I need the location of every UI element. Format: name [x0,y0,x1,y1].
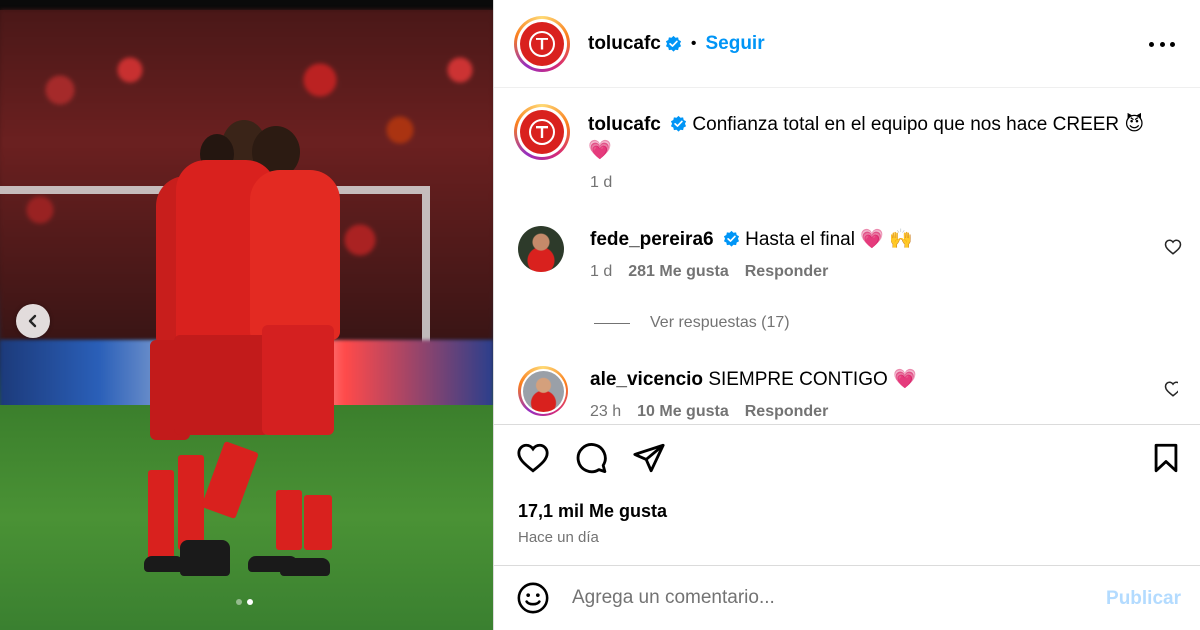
comment-text: SIEMPRE CONTIGO [708,369,888,390]
like-count[interactable]: 17,1 mil Me gusta [518,501,667,522]
players-hugging [140,110,360,580]
author-avatar[interactable] [514,15,570,72]
post-age: Hace un día [518,529,599,546]
emoji-smile-icon[interactable] [516,581,550,615]
bookmark-icon[interactable] [1149,441,1183,475]
comment-item: fede_pereira6 Hasta el final 💗 🙌 1 d 281… [518,226,1182,281]
post-actions: 17,1 mil Me gusta Hace un día [494,424,1200,566]
post-detail-panel: tolucafc • Seguir tolucafc Confianza tot… [493,0,1200,630]
caption-username[interactable]: tolucafc [588,114,661,135]
more-options-button[interactable] [1149,33,1175,55]
comment-like-count[interactable]: 281 Me gusta [628,263,728,281]
like-heart-icon[interactable] [516,441,550,475]
replies-divider [594,322,630,324]
comment-like-count[interactable]: 10 Me gusta [637,403,729,421]
devil-emoji: 😈 [1124,114,1145,135]
publish-button[interactable]: Publicar [1106,588,1181,610]
club-logo [520,110,564,154]
paper-plane-icon[interactable] [632,441,666,475]
chevron-left-icon [28,314,37,328]
comment-text: Hasta el final [745,229,855,250]
verified-badge-icon [671,115,687,132]
comment-timestamp[interactable]: 1 d [590,263,612,281]
caption-timestamp[interactable]: 1 d [590,174,612,192]
header-separator: • [690,34,697,52]
carousel-indicator [236,599,253,605]
commenter-username[interactable]: fede_pereira6 [590,229,714,250]
comment-input[interactable] [572,587,1072,609]
follow-button[interactable]: Seguir [705,33,764,55]
add-comment-bar: Publicar [494,566,1200,630]
club-logo [520,21,564,66]
pink-heart-emoji: 💗 [588,140,612,161]
post-media[interactable] [0,0,493,630]
verified-badge-icon [665,35,681,52]
view-replies-label: Ver respuestas (17) [650,314,790,331]
commenter-username[interactable]: ale_vicencio [590,369,703,390]
carousel-dot-active [247,599,253,605]
comment-like-heart-icon[interactable] [1164,238,1182,256]
reply-button[interactable]: Responder [745,403,829,421]
view-replies-button[interactable]: Ver respuestas (17) [594,314,790,332]
comment-item: ale_vicencio SIEMPRE CONTIGO 💗 23 h 10 M… [518,366,1178,421]
more-horizontal-icon [1149,41,1154,47]
verified-badge-icon [723,230,739,247]
commenter-avatar[interactable] [518,366,568,416]
author-username[interactable]: tolucafc [588,33,661,55]
commenter-avatar[interactable] [518,226,564,272]
caption-author-avatar[interactable] [514,104,570,160]
comment-bubble-icon[interactable] [574,441,608,475]
caption-text: Confianza total en el equipo que nos hac… [692,114,1125,135]
previous-slide-button[interactable] [16,304,50,338]
carousel-dot [236,599,242,605]
comment-timestamp[interactable]: 23 h [590,403,621,421]
reply-button[interactable]: Responder [745,263,829,281]
post-header: tolucafc • Seguir [494,0,1200,88]
post-caption: tolucafc Confianza total en el equipo qu… [514,104,1174,191]
comment-emojis: 💗 [893,369,917,390]
media-top-edge [0,0,493,10]
comment-like-heart-icon[interactable] [1164,380,1182,398]
comment-emojis: 💗 🙌 [854,229,913,250]
